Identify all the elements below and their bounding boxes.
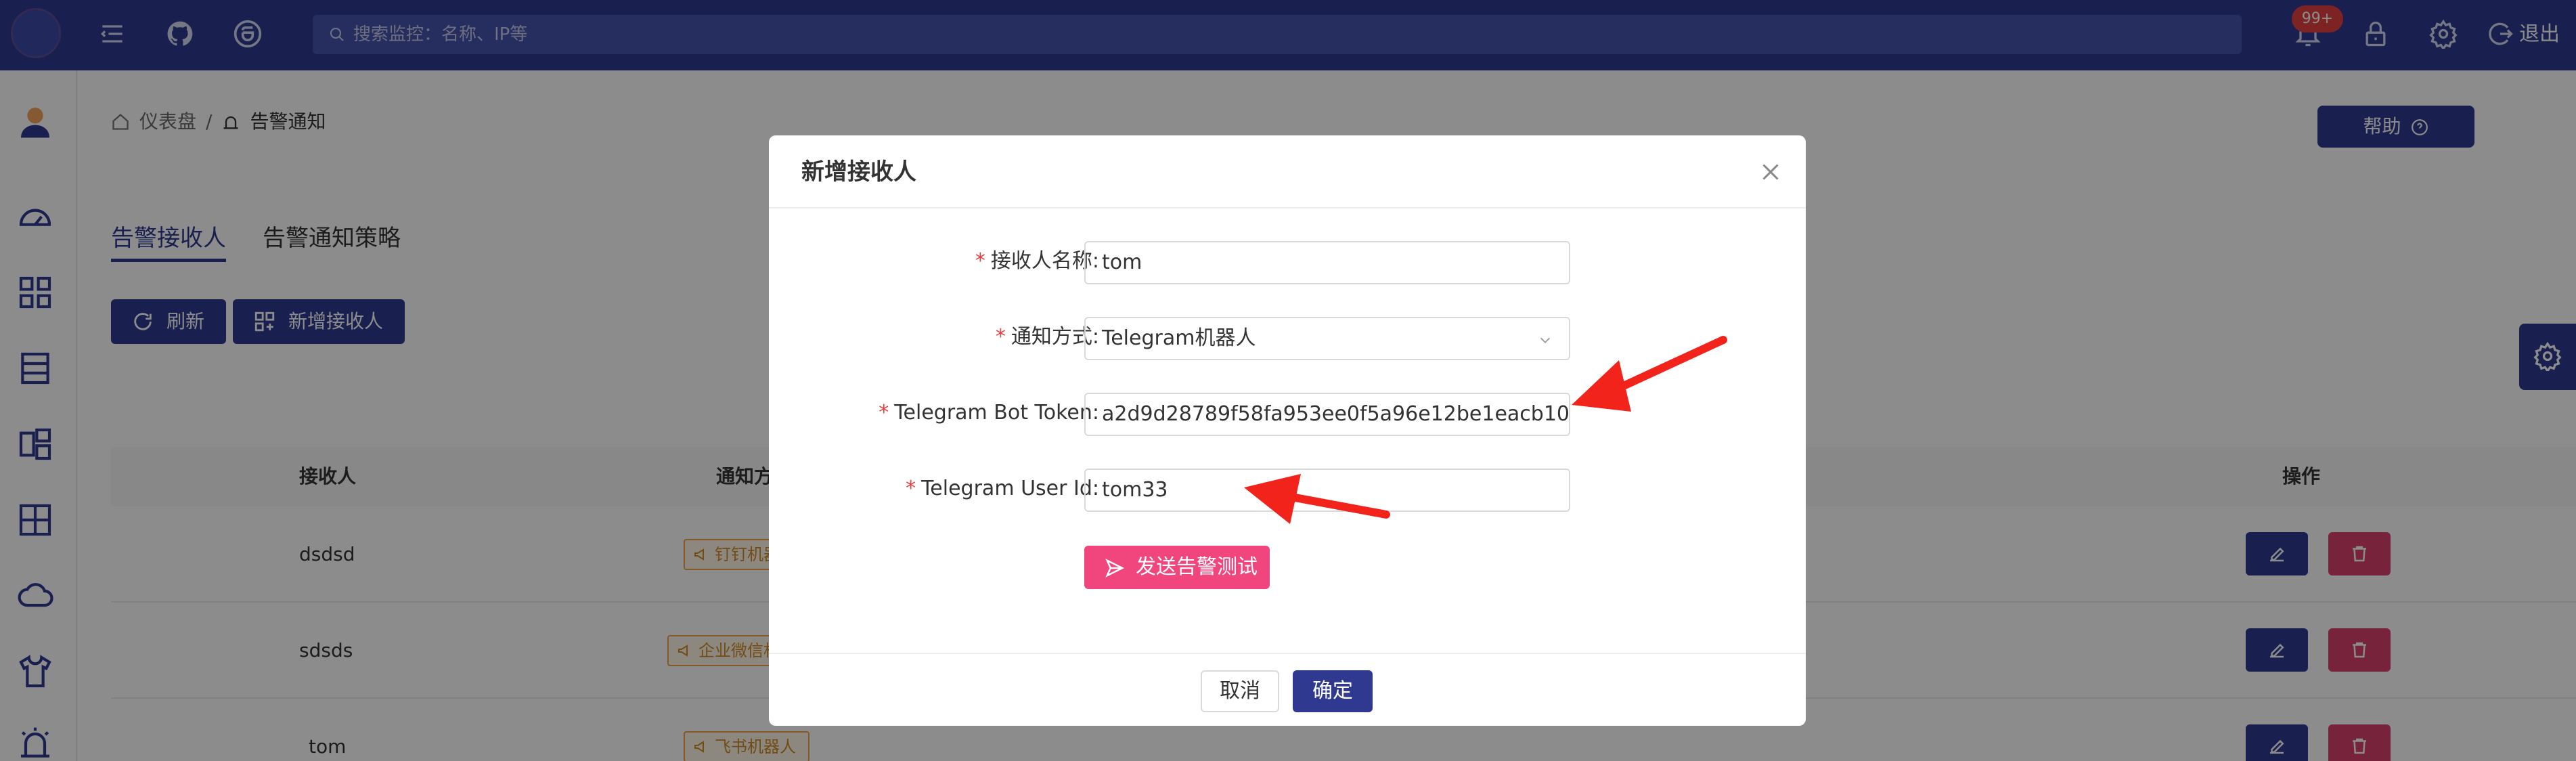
- notify-method-value: Telegram机器人: [1102, 326, 1256, 350]
- close-icon[interactable]: [1758, 160, 1783, 184]
- send-icon: [1105, 559, 1125, 578]
- user-id-label: * Telegram User Id:: [906, 469, 1099, 509]
- required-mark: *: [995, 325, 1006, 349]
- bot-token-input[interactable]: a2d9d28789f58fa953ee0f5a96e12be1eacb1007…: [1084, 393, 1570, 436]
- send-test-alert-button[interactable]: 发送告警测试: [1084, 546, 1270, 589]
- dialog-title: 新增接收人: [801, 158, 916, 186]
- add-receiver-dialog: 新增接收人 * 接收人名称: tom * 通知方式: Telegram机器人 * Te…: [769, 135, 1806, 726]
- dialog-footer: 取消 确定: [769, 653, 1806, 726]
- confirm-button[interactable]: 确定: [1293, 670, 1373, 712]
- cancel-button[interactable]: 取消: [1201, 670, 1279, 712]
- notify-method-select[interactable]: Telegram机器人: [1084, 317, 1570, 360]
- user-id-input[interactable]: tom33: [1084, 469, 1570, 512]
- name-label-text: 接收人名称:: [990, 249, 1099, 273]
- required-mark: *: [906, 477, 916, 500]
- dialog-header: 新增接收人: [769, 135, 1806, 209]
- receiver-name-input[interactable]: tom: [1084, 241, 1570, 284]
- user-id-label-text: Telegram User Id:: [921, 477, 1099, 500]
- chevron-down-icon: [1540, 337, 1551, 344]
- required-mark: *: [975, 249, 985, 273]
- bot-token-label: * Telegram Bot Token:: [879, 393, 1099, 433]
- name-label: * 接收人名称:: [975, 241, 1099, 282]
- send-test-label: 发送告警测试: [1136, 555, 1258, 579]
- required-mark: *: [879, 401, 889, 425]
- bot-token-label-text: Telegram Bot Token:: [894, 401, 1099, 425]
